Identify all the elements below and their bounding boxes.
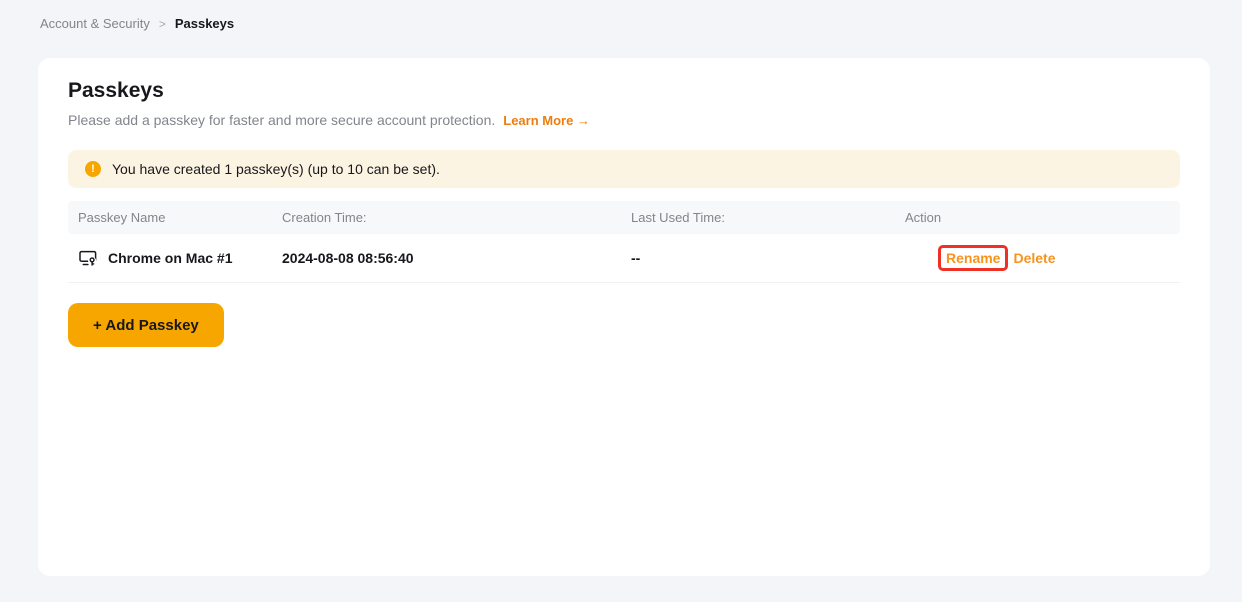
header-creation-time: Creation Time: bbox=[282, 210, 367, 225]
last-used-time-cell: -- bbox=[631, 250, 641, 266]
creation-time-cell: 2024-08-08 08:56:40 bbox=[282, 250, 414, 266]
page-subtitle: Please add a passkey for faster and more… bbox=[68, 112, 1180, 129]
learn-more-label: Learn More bbox=[503, 113, 574, 128]
header-passkey-name: Passkey Name bbox=[78, 210, 166, 225]
rename-link[interactable]: Rename bbox=[946, 250, 1000, 266]
header-last-used-time: Last Used Time: bbox=[631, 210, 725, 225]
device-passkey-icon bbox=[79, 250, 97, 266]
breadcrumb: Account & Security > Passkeys bbox=[40, 16, 234, 31]
breadcrumb-parent-link[interactable]: Account & Security bbox=[40, 16, 150, 31]
learn-more-link[interactable]: Learn More → bbox=[503, 113, 590, 128]
alert-circle-icon: ! bbox=[85, 161, 101, 177]
notice-banner: ! You have created 1 passkey(s) (up to 1… bbox=[68, 150, 1180, 188]
table-row: Chrome on Mac #1 2024-08-08 08:56:40 -- … bbox=[68, 234, 1180, 283]
passkey-name: Chrome on Mac #1 bbox=[108, 250, 233, 266]
notice-text: You have created 1 passkey(s) (up to 10 … bbox=[112, 161, 440, 177]
annotation-highlight-box: Rename bbox=[938, 245, 1009, 271]
passkeys-table: Passkey Name Creation Time: Last Used Ti… bbox=[68, 201, 1180, 283]
arrow-right-icon: → bbox=[576, 113, 590, 128]
add-passkey-button[interactable]: + Add Passkey bbox=[68, 303, 224, 347]
passkeys-card: Passkeys Please add a passkey for faster… bbox=[38, 58, 1210, 576]
action-links: Rename Delete bbox=[938, 245, 1180, 271]
subtitle-text: Please add a passkey for faster and more… bbox=[68, 112, 496, 128]
chevron-right-icon: > bbox=[158, 16, 166, 31]
delete-link[interactable]: Delete bbox=[1013, 250, 1055, 266]
header-action: Action bbox=[905, 210, 942, 225]
action-cell: Rename Delete bbox=[895, 245, 1180, 271]
passkey-name-cell: Chrome on Mac #1 bbox=[68, 248, 272, 268]
breadcrumb-current: Passkeys bbox=[174, 16, 235, 31]
page-title: Passkeys bbox=[68, 79, 164, 102]
table-header-row: Passkey Name Creation Time: Last Used Ti… bbox=[68, 201, 1180, 234]
